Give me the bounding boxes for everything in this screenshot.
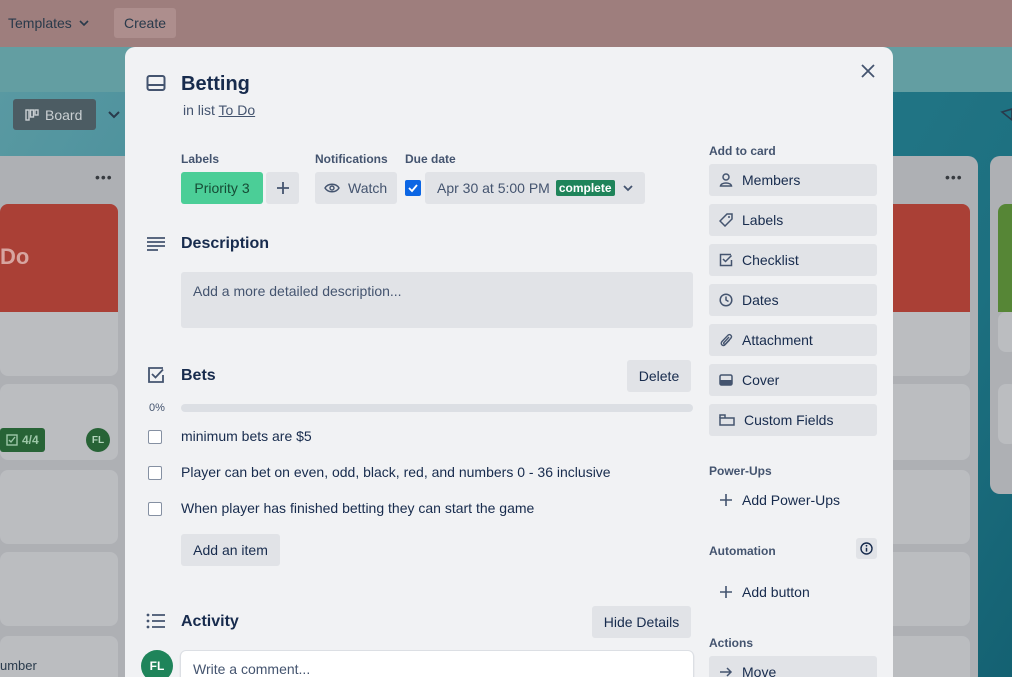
cover-label: Cover	[742, 372, 780, 388]
comment-input[interactable]: Write a comment...	[180, 650, 694, 677]
dates-label: Dates	[742, 292, 779, 308]
label-chip[interactable]: Priority 3	[181, 172, 263, 204]
checklist-label: Checklist	[742, 252, 799, 268]
automation-heading: Automation	[709, 544, 776, 558]
description-icon	[146, 236, 166, 252]
description-heading: Description	[181, 235, 270, 252]
actions-heading: Actions	[709, 636, 754, 650]
activity-icon	[146, 613, 166, 629]
cover-button[interactable]: Cover	[709, 364, 877, 396]
add-checklist-item-button[interactable]: Add an item	[181, 534, 280, 566]
plus-icon	[720, 586, 732, 598]
checklist-item-text[interactable]: When player has finished betting they ca…	[181, 500, 534, 516]
due-status-badge: complete	[555, 180, 615, 196]
delete-checklist-button[interactable]: Delete	[627, 360, 691, 392]
dates-button[interactable]: Dates	[709, 284, 877, 316]
add-powerups-label: Add Power-Ups	[742, 492, 841, 508]
move-button[interactable]: Move	[709, 656, 877, 677]
checklist-item-text[interactable]: Player can bet on even, odd, black, red,…	[181, 464, 611, 480]
add-powerups-button[interactable]: Add Power-Ups	[709, 484, 877, 516]
cover-icon	[719, 374, 733, 386]
due-complete-checkbox[interactable]	[405, 180, 421, 196]
attachment-label: Attachment	[742, 332, 813, 348]
members-label: Members	[742, 172, 801, 188]
add-automation-button[interactable]: Add button	[709, 576, 877, 608]
add-item-label: Add an item	[193, 542, 268, 558]
due-date-value: Apr 30 at 5:00 PM	[437, 180, 550, 196]
paperclip-icon	[720, 333, 733, 347]
person-icon	[719, 173, 733, 187]
list-reference: in list To Do	[183, 102, 255, 118]
in-list-prefix: in list	[183, 102, 215, 118]
members-button[interactable]: Members	[709, 164, 877, 196]
checklist-item-checkbox[interactable]	[148, 502, 162, 516]
checklist-item-checkbox[interactable]	[148, 430, 162, 444]
custom-fields-button[interactable]: Custom Fields	[709, 404, 877, 436]
custom-fields-label: Custom Fields	[744, 412, 834, 428]
avatar[interactable]: FL	[141, 650, 173, 677]
chevron-down-icon	[622, 185, 633, 192]
attachment-button[interactable]: Attachment	[709, 324, 877, 356]
close-button[interactable]	[856, 59, 880, 83]
move-label: Move	[742, 664, 777, 677]
card-icon	[146, 74, 166, 92]
checklist-progress-bar	[181, 404, 693, 412]
arrow-right-icon	[720, 667, 733, 677]
hide-details-label: Hide Details	[603, 614, 680, 630]
add-button-label: Add button	[742, 584, 810, 600]
checklist-item-checkbox[interactable]	[148, 466, 162, 480]
add-label-button[interactable]	[266, 172, 299, 204]
card-title[interactable]: Betting	[181, 73, 250, 96]
checklist-item-text[interactable]: minimum bets are $5	[181, 428, 312, 444]
plus-icon	[276, 182, 289, 194]
description-input[interactable]: Add a more detailed description...	[181, 272, 693, 328]
checklist-title[interactable]: Bets	[181, 367, 216, 385]
labels-heading: Labels	[181, 152, 220, 166]
info-icon	[860, 542, 873, 555]
clock-icon	[719, 293, 733, 307]
eye-icon	[324, 183, 340, 193]
close-icon	[861, 64, 875, 78]
checklist-icon	[719, 253, 733, 267]
notifications-heading: Notifications	[315, 152, 388, 166]
info-button[interactable]	[856, 538, 877, 559]
labels-label: Labels	[742, 212, 784, 228]
custom-fields-icon	[719, 414, 735, 426]
due-date-button[interactable]: Apr 30 at 5:00 PM complete	[425, 172, 645, 204]
activity-heading: Activity	[181, 613, 239, 630]
list-link[interactable]: To Do	[219, 102, 256, 118]
add-to-card-heading: Add to card	[709, 144, 776, 158]
tag-icon	[719, 213, 733, 227]
delete-label: Delete	[638, 368, 680, 384]
hide-details-button[interactable]: Hide Details	[592, 606, 691, 638]
plus-icon	[720, 494, 732, 506]
powerups-heading: Power-Ups	[709, 464, 772, 478]
checklist-button[interactable]: Checklist	[709, 244, 877, 276]
checklist-progress-text: 0%	[149, 402, 165, 414]
labels-button[interactable]: Labels	[709, 204, 877, 236]
checkmark-icon	[408, 184, 418, 193]
watch-button[interactable]: Watch	[315, 172, 397, 204]
watch-label: Watch	[348, 180, 388, 196]
due-date-heading: Due date	[405, 152, 456, 166]
label-chip-text: Priority 3	[194, 180, 250, 196]
checklist-icon	[147, 366, 165, 384]
